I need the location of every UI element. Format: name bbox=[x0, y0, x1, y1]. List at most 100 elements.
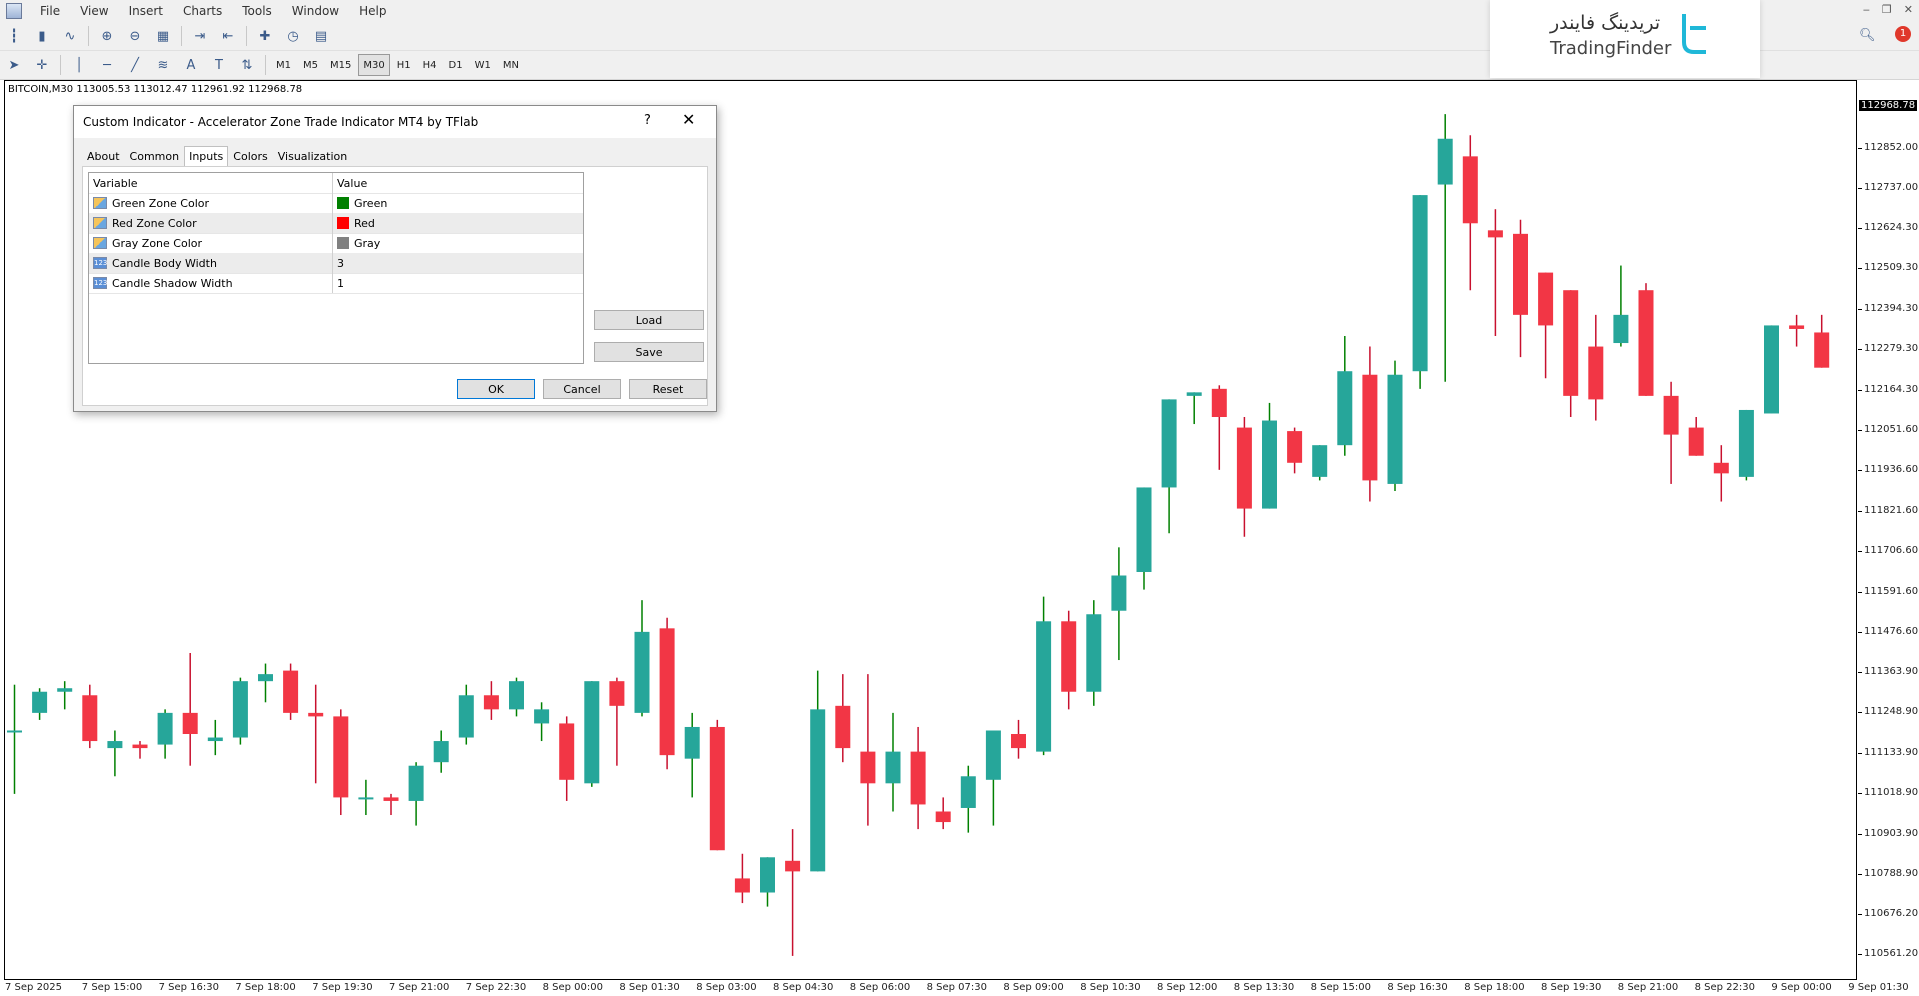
timeframe-m1[interactable]: M1 bbox=[271, 54, 296, 76]
text-icon[interactable]: A bbox=[180, 54, 202, 76]
timeframe-m5[interactable]: M5 bbox=[298, 54, 323, 76]
time-tick-label: 8 Sep 21:00 bbox=[1618, 982, 1678, 993]
time-tick-label: 8 Sep 03:00 bbox=[696, 982, 756, 993]
candle-body bbox=[509, 681, 524, 709]
templates-icon[interactable]: ▤ bbox=[310, 25, 332, 47]
row-variable-cell: Red Zone Color bbox=[89, 213, 333, 233]
table-row[interactable]: Red Zone Color Red bbox=[89, 213, 583, 234]
row-value-cell[interactable]: 1 bbox=[333, 273, 344, 293]
toolbar-divider bbox=[246, 26, 247, 46]
save-button[interactable]: Save bbox=[594, 342, 704, 362]
candle-body bbox=[710, 727, 725, 850]
reset-button[interactable]: Reset bbox=[629, 379, 707, 399]
notification-badge[interactable]: 1 bbox=[1895, 26, 1911, 42]
candle-body bbox=[1639, 290, 1654, 396]
candle-body bbox=[333, 716, 348, 797]
row-value-cell[interactable]: Green bbox=[333, 193, 387, 213]
timeframe-mn[interactable]: MN bbox=[498, 54, 524, 76]
timeframe-h4[interactable]: H4 bbox=[418, 54, 442, 76]
timeframe-w1[interactable]: W1 bbox=[470, 54, 496, 76]
tab-inputs[interactable]: Inputs bbox=[184, 146, 228, 166]
bar-chart-icon[interactable]: ┇ bbox=[3, 25, 25, 47]
candle-body bbox=[308, 713, 323, 717]
menu-charts[interactable]: Charts bbox=[173, 4, 232, 18]
price-tick-label: 112852.00 bbox=[1864, 142, 1918, 153]
autoscroll-icon[interactable]: ⇥ bbox=[189, 25, 211, 47]
price-tick-label: 112509.30 bbox=[1864, 262, 1918, 273]
row-value-cell[interactable]: 3 bbox=[333, 253, 344, 273]
candle-body bbox=[635, 632, 650, 713]
price-axis[interactable]: 112852.00112737.00112624.30112509.301123… bbox=[1858, 80, 1919, 980]
timeframe-m30[interactable]: M30 bbox=[358, 54, 389, 76]
indicators-icon[interactable]: ✚ bbox=[254, 25, 276, 47]
candle-body bbox=[133, 745, 148, 749]
timeframe-h1[interactable]: H1 bbox=[392, 54, 416, 76]
menu-insert[interactable]: Insert bbox=[119, 4, 173, 18]
periods-icon[interactable]: ◷ bbox=[282, 25, 304, 47]
menu-file[interactable]: File bbox=[30, 4, 70, 18]
menu-help[interactable]: Help bbox=[349, 4, 396, 18]
close-dialog-button[interactable]: ✕ bbox=[682, 110, 695, 129]
load-button[interactable]: Load bbox=[594, 310, 704, 330]
tab-about[interactable]: About bbox=[82, 146, 125, 166]
zoom-out-icon[interactable]: ⊖ bbox=[124, 25, 146, 47]
restore-icon[interactable]: ❐ bbox=[1882, 3, 1892, 16]
logo-text-fa: تریدینگ فایندر bbox=[1550, 12, 1660, 34]
arrows-icon[interactable]: ⇅ bbox=[236, 54, 258, 76]
tab-colors[interactable]: Colors bbox=[228, 146, 272, 166]
trendline-icon[interactable]: ╱ bbox=[124, 54, 146, 76]
table-row[interactable]: 123Candle Shadow Width 1 bbox=[89, 273, 583, 294]
help-button[interactable]: ? bbox=[644, 113, 651, 128]
tab-visualization[interactable]: Visualization bbox=[273, 146, 352, 166]
time-tick-label: 9 Sep 01:30 bbox=[1848, 982, 1908, 993]
text-label-icon[interactable]: T bbox=[208, 54, 230, 76]
zoom-in-icon[interactable]: ⊕ bbox=[96, 25, 118, 47]
minimize-icon[interactable]: ‒ bbox=[1863, 3, 1870, 16]
candlestick-icon[interactable]: ▮ bbox=[31, 25, 53, 47]
ok-button[interactable]: OK bbox=[457, 379, 535, 399]
chart-shift-icon[interactable]: ⇤ bbox=[217, 25, 239, 47]
row-value-cell[interactable]: Gray bbox=[333, 233, 380, 253]
tile-windows-icon[interactable]: ▦ bbox=[152, 25, 174, 47]
table-row[interactable]: Green Zone Color Green bbox=[89, 193, 583, 214]
price-tick-label: 111476.60 bbox=[1864, 626, 1918, 637]
search-icon[interactable]: 🔍︎ bbox=[1859, 28, 1876, 43]
crosshair-icon[interactable]: ✛ bbox=[31, 54, 53, 76]
row-variable-cell: Green Zone Color bbox=[89, 193, 333, 213]
timeframe-d1[interactable]: D1 bbox=[444, 54, 468, 76]
cursor-icon[interactable]: ➤ bbox=[3, 54, 25, 76]
candle-body bbox=[1162, 399, 1177, 487]
candle-body bbox=[1011, 734, 1026, 748]
table-row[interactable]: Gray Zone Color Gray bbox=[89, 233, 583, 254]
candle-body bbox=[1689, 428, 1704, 456]
cancel-button[interactable]: Cancel bbox=[543, 379, 621, 399]
logo-text-en: TradingFinder bbox=[1550, 38, 1671, 59]
menu-view[interactable]: View bbox=[70, 4, 118, 18]
vertical-line-icon[interactable]: │ bbox=[68, 54, 90, 76]
candle-body bbox=[1714, 463, 1729, 474]
tab-common[interactable]: Common bbox=[125, 146, 185, 166]
timeframe-m15[interactable]: M15 bbox=[325, 54, 356, 76]
inputs-panel: Variable Value Green Zone Color Green Re… bbox=[82, 166, 708, 406]
candle-body bbox=[7, 730, 22, 732]
table-row[interactable]: 123Candle Body Width 3 bbox=[89, 253, 583, 274]
menu-tools[interactable]: Tools bbox=[232, 4, 282, 18]
line-chart-icon[interactable]: ∿ bbox=[59, 25, 81, 47]
candle-body bbox=[1588, 347, 1603, 400]
candle-body bbox=[107, 741, 122, 748]
time-axis[interactable]: 7 Sep 20257 Sep 15:007 Sep 16:307 Sep 18… bbox=[0, 980, 1858, 996]
channel-icon[interactable]: ≋ bbox=[152, 54, 174, 76]
row-variable: Gray Zone Color bbox=[112, 237, 202, 250]
close-window-icon[interactable]: ✕ bbox=[1904, 3, 1913, 16]
menu-window[interactable]: Window bbox=[282, 4, 349, 18]
candle-body bbox=[1463, 156, 1478, 223]
row-value-cell[interactable]: Red bbox=[333, 213, 375, 233]
candle-body bbox=[584, 681, 599, 783]
time-tick-label: 7 Sep 18:00 bbox=[235, 982, 295, 993]
horizontal-line-icon[interactable]: ─ bbox=[96, 54, 118, 76]
time-tick-label: 8 Sep 00:00 bbox=[543, 982, 603, 993]
candle-body bbox=[1237, 428, 1252, 509]
candle-body bbox=[660, 628, 675, 755]
price-tick-label: 112737.00 bbox=[1864, 182, 1918, 193]
dialog-titlebar[interactable]: Custom Indicator - Accelerator Zone Trad… bbox=[74, 106, 716, 138]
